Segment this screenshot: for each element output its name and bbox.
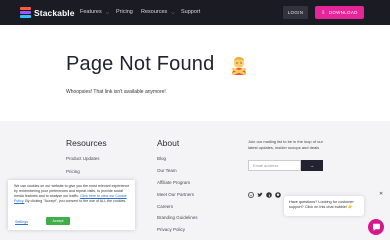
facebook-icon[interactable]: f — [266, 192, 272, 198]
login-button[interactable]: LOGIN — [283, 6, 308, 19]
nav-pricing-label: Pricing — [116, 9, 133, 15]
footer-link-careers[interactable]: Careers — [157, 204, 173, 209]
stackable-logo-icon — [20, 7, 31, 18]
footer-link-affiliate-program[interactable]: Affiliate Program — [157, 180, 190, 185]
nav-resources[interactable]: Resources ⌵ — [141, 9, 175, 15]
cookie-settings-link[interactable]: Settings — [15, 220, 28, 224]
chat-icon — [372, 223, 380, 231]
chevron-down-icon: ⌵ — [105, 9, 110, 15]
person-gesturing-no-emoji — [231, 57, 247, 75]
page-subtitle: Whoopsies! That link isn't available any… — [66, 89, 166, 95]
footer-resources-title: Resources — [66, 138, 107, 148]
page-title: Page Not Found — [66, 53, 215, 75]
download-icon: ⇩ — [321, 9, 326, 16]
chat-message: Have questions? Looking for customer sup… — [289, 200, 354, 209]
nav-support-label: Support — [181, 9, 201, 15]
footer-link-meet-our-partners[interactable]: Meet Our Partners — [157, 192, 194, 197]
site-header: Stackable Features ⌵ Pricing Resources ⌵… — [0, 0, 390, 25]
footer-about-title: About — [157, 138, 180, 148]
chat-message-bubble[interactable]: Have questions? Looking for customer sup… — [284, 196, 364, 216]
cookie-text: We use cookies on our website to give yo… — [14, 184, 131, 204]
github-icon[interactable] — [275, 192, 281, 198]
footer-link-product-updates[interactable]: Product Updates — [66, 156, 100, 161]
newsletter-submit-button[interactable]: → — [301, 160, 323, 171]
cookie-accept-button[interactable]: Accept — [46, 217, 70, 225]
twitter-icon[interactable] — [257, 192, 263, 198]
chevron-down-icon: ⌵ — [171, 9, 175, 15]
nav-features-label: Features — [80, 9, 102, 15]
close-icon[interactable]: ✕ — [379, 191, 383, 197]
nav-resources-label: Resources — [141, 9, 168, 15]
download-label: DOWNLOAD — [328, 10, 358, 15]
footer-link-our-team[interactable]: Our Team — [157, 168, 177, 173]
newsletter-email-input[interactable]: Email address — [248, 160, 301, 171]
arrow-right-icon: → — [309, 163, 315, 168]
nav-features[interactable]: Features ⌵ — [80, 9, 109, 15]
logo[interactable]: Stackable — [20, 7, 75, 18]
nav-pricing[interactable]: Pricing — [116, 9, 133, 15]
footer-link-blog[interactable]: Blog — [157, 156, 166, 161]
cookie-banner: We use cookies on our website to give yo… — [8, 180, 135, 230]
wordpress-icon[interactable]: W — [248, 192, 254, 198]
footer-link-privacy-policy[interactable]: Privacy Policy — [157, 227, 185, 232]
download-button[interactable]: ⇩ DOWNLOAD — [315, 6, 364, 19]
nav-support[interactable]: Support — [181, 9, 200, 15]
footer-link-branding-guidelines[interactable]: Branding Guidelines — [157, 215, 198, 220]
footer-link-pricing[interactable]: Pricing — [66, 169, 80, 174]
newsletter-text: Join our mailing list to be in the loop … — [248, 139, 323, 150]
logo-text: Stackable — [34, 7, 75, 18]
cookie-text-consent: By clicking "Accept", you consent to the… — [25, 199, 127, 203]
chat-launcher-button[interactable] — [368, 219, 384, 235]
